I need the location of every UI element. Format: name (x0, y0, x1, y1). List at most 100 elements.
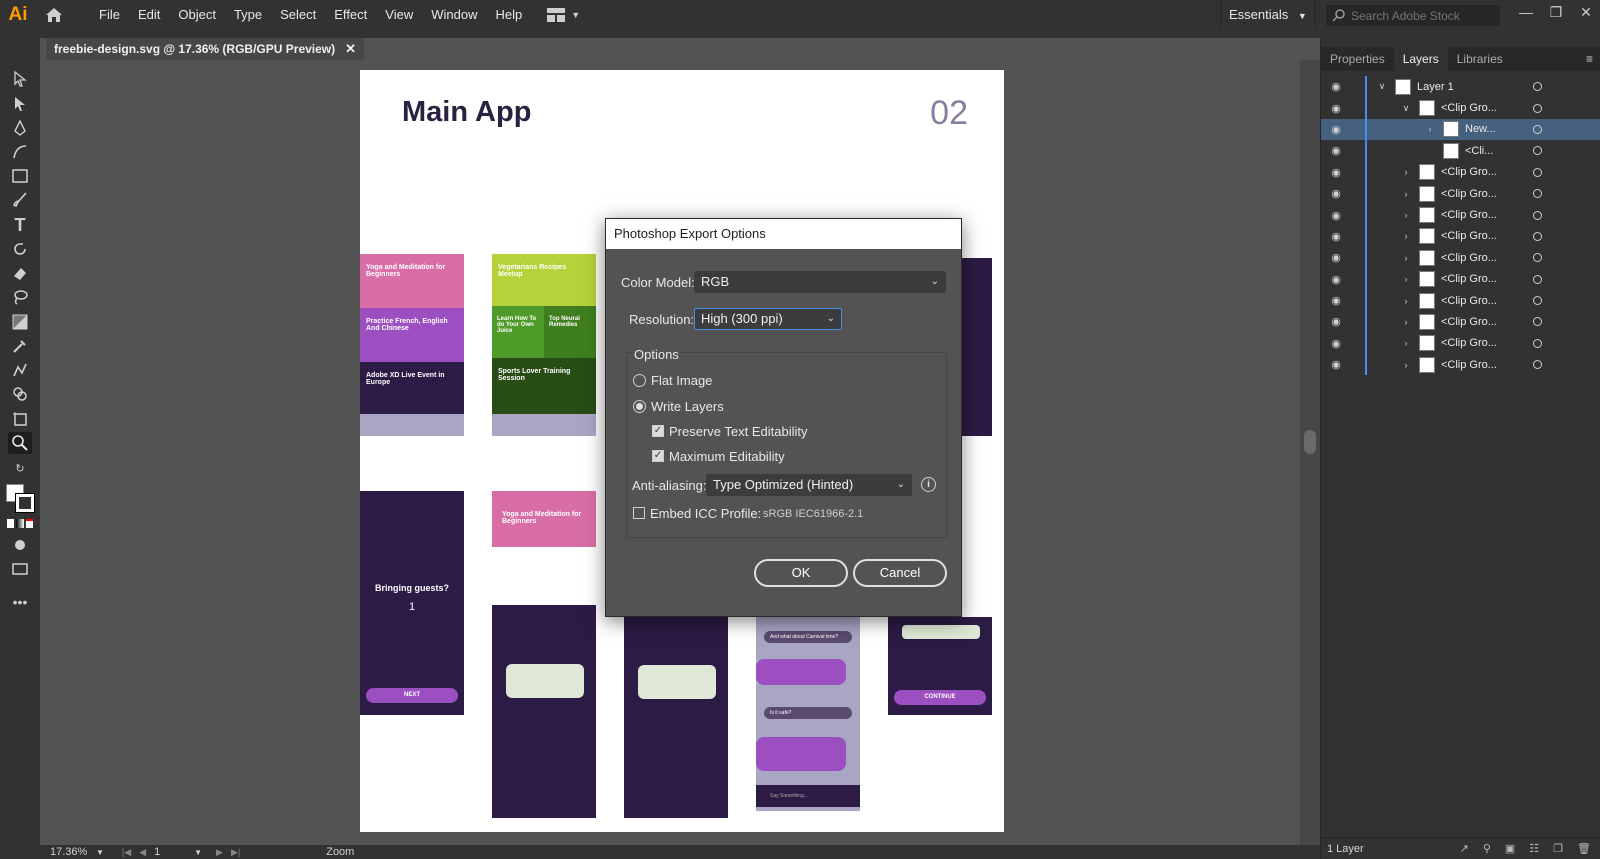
layer-row[interactable]: ◉ ∨ <Clip Gro... (1321, 97, 1600, 119)
antialiasing-select[interactable]: Type Optimized (Hinted) ⌄ (706, 474, 912, 496)
eyedropper-tool[interactable] (8, 335, 32, 357)
trash-icon[interactable]: 🗑 (1577, 842, 1591, 855)
chevron-right-icon[interactable]: › (1401, 210, 1411, 220)
gradient-tool[interactable] (8, 311, 32, 333)
tab-properties[interactable]: Properties (1321, 47, 1394, 71)
tab-layers[interactable]: Layers (1393, 47, 1448, 71)
eye-icon[interactable]: ◉ (1329, 315, 1343, 328)
layer-name[interactable]: <Clip Gro... (1441, 337, 1497, 349)
menu-type[interactable]: Type (225, 0, 271, 30)
layer-name[interactable]: <Clip Gro... (1441, 359, 1497, 371)
zoom-level[interactable]: 17.36% (50, 846, 96, 858)
target-icon[interactable] (1533, 231, 1542, 241)
type-tool[interactable]: T (8, 214, 32, 236)
target-icon[interactable] (1533, 296, 1542, 306)
layer-row[interactable]: ◉ › <Clip Gro... (1321, 182, 1600, 205)
flat-image-label[interactable]: Flat Image (651, 373, 712, 388)
target-icon[interactable] (1533, 103, 1542, 113)
layer-name[interactable]: <Clip Gro... (1441, 316, 1497, 328)
chevron-right-icon[interactable]: › (1401, 274, 1411, 284)
chevron-right-icon[interactable]: › (1401, 231, 1411, 241)
document-tab[interactable]: freebie-design.svg @ 17.36% (RGB/GPU Pre… (46, 38, 365, 60)
target-icon[interactable] (1533, 253, 1542, 263)
layer-name[interactable]: <Clip Gro... (1441, 295, 1497, 307)
menu-effect[interactable]: Effect (325, 0, 376, 30)
eye-icon[interactable]: ◉ (1329, 273, 1343, 286)
scroll-thumb[interactable] (1304, 430, 1316, 454)
preserve-text-checkbox[interactable]: ✓ (652, 425, 664, 437)
eye-icon[interactable]: ◉ (1329, 230, 1343, 243)
layer-row[interactable]: ◉ › <Clip Gro... (1321, 268, 1600, 290)
chevron-right-icon[interactable]: › (1401, 253, 1411, 263)
chevron-right-icon[interactable]: › (1401, 167, 1411, 177)
preserve-text-label[interactable]: Preserve Text Editability (669, 424, 808, 439)
ok-button[interactable]: OK (754, 559, 848, 587)
chevron-down-icon[interactable]: ∨ (1377, 81, 1387, 92)
layer-name[interactable]: <Clip Gro... (1441, 102, 1497, 114)
eye-icon[interactable]: ◉ (1329, 294, 1343, 307)
eye-icon[interactable]: ◉ (1329, 251, 1343, 264)
resolution-select[interactable]: High (300 ppi) ⌄ (694, 308, 842, 330)
menu-view[interactable]: View (376, 0, 422, 30)
write-layers-label[interactable]: Write Layers (651, 399, 724, 414)
prev-artboard-icon[interactable]: ◀ (139, 847, 146, 858)
layer-row[interactable]: ◉ › <Clip Gro... (1321, 289, 1600, 312)
chevron-right-icon[interactable]: › (1401, 338, 1411, 348)
workspace-switcher[interactable]: Essentials ▼ (1220, 0, 1316, 30)
eye-icon[interactable]: ◉ (1329, 337, 1343, 350)
embed-icc-label[interactable]: Embed ICC Profile: (650, 506, 761, 521)
eye-icon[interactable]: ◉ (1329, 144, 1343, 157)
flat-image-radio[interactable] (633, 374, 646, 387)
chevron-right-icon[interactable]: › (1401, 360, 1411, 370)
screen-mode-button[interactable] (8, 558, 32, 580)
maximize-button[interactable]: ❐ (1542, 0, 1570, 24)
layer-row[interactable]: ◉ › <Clip Gro... (1321, 247, 1600, 269)
menu-file[interactable]: File (90, 0, 129, 30)
tab-libraries[interactable]: Libraries (1448, 47, 1512, 71)
target-icon[interactable] (1533, 82, 1542, 92)
layer-name[interactable]: New... (1465, 123, 1496, 135)
locate-object-icon[interactable]: ⚲ (1483, 842, 1491, 855)
chevron-down-icon[interactable]: ▼ (96, 848, 104, 857)
chevron-down-icon[interactable]: ∨ (1401, 103, 1411, 114)
menu-edit[interactable]: Edit (129, 0, 169, 30)
chevron-right-icon[interactable]: › (1425, 124, 1435, 134)
lasso-tool[interactable] (8, 286, 32, 308)
target-icon[interactable] (1533, 274, 1542, 284)
pen-tool[interactable] (8, 117, 32, 139)
layer-row[interactable]: ◉ ∨ Layer 1 (1321, 76, 1600, 98)
new-layer-icon[interactable]: ❐ (1553, 842, 1563, 855)
shape-builder-tool[interactable] (8, 383, 32, 405)
layer-name[interactable]: <Clip Gro... (1441, 209, 1497, 221)
chevron-down-icon[interactable]: ▼ (194, 848, 202, 857)
layer-row[interactable]: ◉ › <Clip Gro... (1321, 204, 1600, 226)
close-window-button[interactable]: ✕ (1572, 0, 1600, 24)
target-icon[interactable] (1533, 167, 1542, 177)
new-sublayer-icon[interactable]: ☷ (1529, 842, 1539, 855)
layer-row[interactable]: ◉ › New... (1321, 118, 1600, 141)
last-artboard-icon[interactable]: ▶| (231, 847, 240, 858)
layer-name[interactable]: Layer 1 (1417, 81, 1454, 93)
layer-name[interactable]: <Clip Gro... (1441, 273, 1497, 285)
blend-tool[interactable] (8, 359, 32, 381)
eye-icon[interactable]: ◉ (1329, 166, 1343, 179)
color-model-select[interactable]: RGB ⌄ (694, 271, 946, 293)
menu-help[interactable]: Help (486, 0, 531, 30)
target-icon[interactable] (1533, 317, 1542, 327)
write-layers-radio[interactable] (633, 400, 646, 413)
direct-selection-tool[interactable] (8, 93, 32, 115)
layer-name[interactable]: <Cli... (1465, 145, 1493, 157)
menu-object[interactable]: Object (169, 0, 225, 30)
arrange-documents-button[interactable]: ▼ (547, 8, 580, 22)
max-editability-label[interactable]: Maximum Editability (669, 449, 785, 464)
color-modes-icon[interactable] (7, 519, 33, 528)
menu-window[interactable]: Window (422, 0, 486, 30)
target-icon[interactable] (1533, 189, 1542, 199)
target-icon[interactable] (1533, 146, 1542, 156)
max-editability-checkbox[interactable]: ✓ (652, 450, 664, 462)
layer-row[interactable]: ◉ › <Clip Gro... (1321, 354, 1600, 376)
target-icon[interactable] (1533, 338, 1542, 348)
curvature-tool[interactable] (8, 141, 32, 163)
first-artboard-icon[interactable]: |◀ (122, 847, 131, 858)
layer-row[interactable]: ◉ › <Clip Gro... (1321, 311, 1600, 333)
